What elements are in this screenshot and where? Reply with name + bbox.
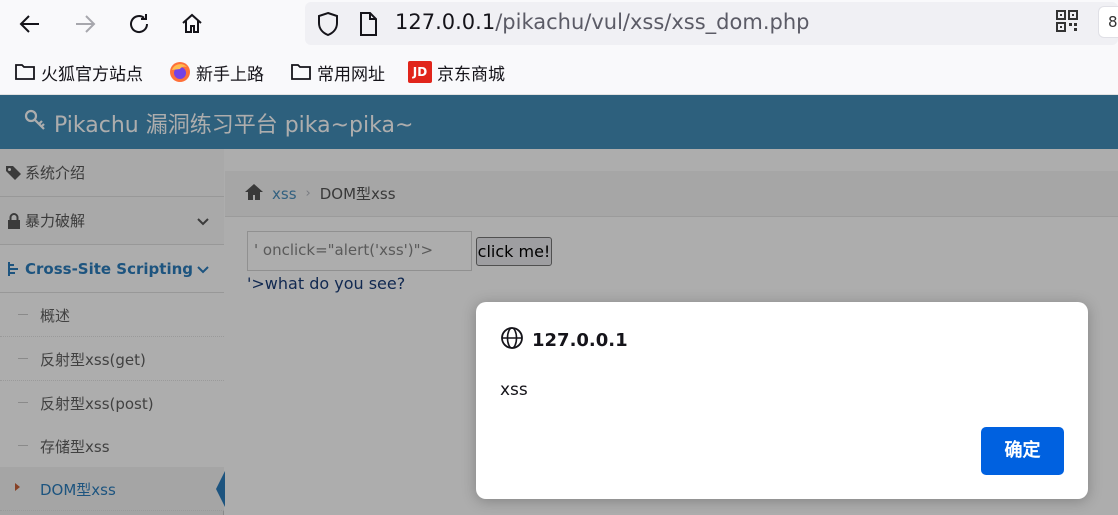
- back-button[interactable]: [13, 8, 47, 40]
- browser-toolbar: 127.0.0.1/pikachu/vul/xss/xss_dom.php 8: [0, 0, 1118, 48]
- dialog-header: 127.0.0.1: [500, 326, 628, 355]
- bookmark-getting-started[interactable]: 新手上路: [169, 60, 264, 85]
- extension-pill[interactable]: 8: [1098, 6, 1118, 38]
- url-path: /pikachu/vul/xss/xss_dom.php: [495, 10, 810, 34]
- firefox-icon: [169, 61, 191, 83]
- folder-icon: [290, 61, 312, 83]
- jd-icon: JD: [408, 61, 432, 83]
- shield-icon[interactable]: [316, 11, 340, 41]
- qr-code-icon[interactable]: [1056, 10, 1078, 32]
- dialog-message: xss: [500, 380, 528, 400]
- bookmark-label: 常用网址: [317, 64, 385, 85]
- bookmark-label: 京东商城: [437, 64, 505, 85]
- page-icon[interactable]: [357, 11, 379, 41]
- alert-dialog: 127.0.0.1 xss 确定: [476, 302, 1088, 499]
- folder-icon: [14, 61, 36, 83]
- dialog-origin: 127.0.0.1: [532, 330, 628, 351]
- back-arrow-icon: [19, 15, 39, 33]
- home-button[interactable]: [175, 8, 209, 40]
- home-icon: [182, 13, 202, 33]
- bookmark-common-sites[interactable]: 常用网址: [290, 60, 385, 85]
- bookmark-label: 火狐官方站点: [41, 64, 143, 85]
- bookmarks-bar: 火狐官方站点 新手上路 常用网址 JD 京东商城: [0, 48, 1118, 95]
- ok-button[interactable]: 确定: [981, 427, 1064, 475]
- jd-icon-text: JD: [412, 65, 428, 79]
- reload-button[interactable]: [122, 8, 156, 40]
- url-host: 127.0.0.1: [395, 10, 496, 34]
- url-text[interactable]: 127.0.0.1/pikachu/vul/xss/xss_dom.php: [395, 8, 809, 36]
- forward-arrow-icon: [76, 15, 96, 33]
- bookmark-label: 新手上路: [196, 64, 264, 85]
- bookmark-firefox-official[interactable]: 火狐官方站点: [14, 60, 143, 85]
- bookmark-jd[interactable]: JD 京东商城: [408, 60, 505, 85]
- globe-icon: [500, 326, 524, 355]
- forward-button[interactable]: [68, 8, 102, 40]
- reload-icon: [130, 14, 149, 33]
